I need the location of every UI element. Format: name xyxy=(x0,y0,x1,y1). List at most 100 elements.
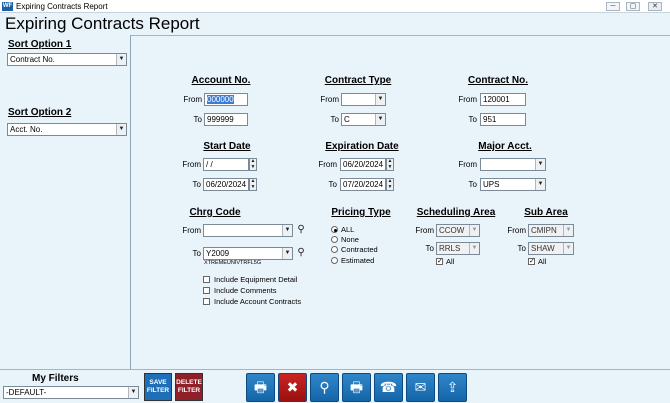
subarea-to-select[interactable]: SHAW ▼ xyxy=(528,242,574,255)
export-button[interactable]: ⇪ xyxy=(438,373,467,402)
chrg-code-title: Chrg Code xyxy=(189,207,241,218)
contract-type-title: Contract Type xyxy=(324,75,392,86)
account-from-value: 000000 xyxy=(207,95,234,104)
minimize-button[interactable]: ─ xyxy=(606,2,620,11)
email-button[interactable]: ✉ xyxy=(406,373,435,402)
expire-from-spinner[interactable]: ▲ ▼ xyxy=(386,158,394,171)
pricing-type-title: Pricing Type xyxy=(331,207,391,218)
magnifier-icon: ⚲ xyxy=(319,379,330,395)
include-comments-checkbox[interactable] xyxy=(203,287,210,294)
chevron-down-icon: ▼ xyxy=(563,243,573,254)
preview-button[interactable]: ⚲ xyxy=(310,373,339,402)
sched-from-select[interactable]: CCOW ▼ xyxy=(436,224,480,237)
include-equipment-checkbox[interactable] xyxy=(203,276,210,283)
scheduling-area-title: Scheduling Area xyxy=(416,207,496,218)
subarea-from-value: CMIPN xyxy=(531,226,557,235)
binoculars-icon[interactable]: ⚲ xyxy=(295,224,307,236)
major-from-label: From xyxy=(458,160,477,169)
print-setup-button[interactable]: 🖶 xyxy=(342,373,371,402)
account-to-label: To xyxy=(193,115,202,124)
start-to-label: To xyxy=(192,180,201,189)
fax-icon: ☎ xyxy=(379,379,398,395)
account-from-input[interactable]: 000000 xyxy=(204,93,248,106)
major-to-value: UPS xyxy=(483,180,500,189)
start-from-input[interactable]: / / xyxy=(203,158,249,171)
major-acct-title: Major Acct. xyxy=(478,141,532,152)
left-panel: Sort Option 1 Contract No. ▼ Sort Option … xyxy=(0,35,131,369)
major-to-select[interactable]: UPS ▼ xyxy=(480,178,546,191)
sort-option-1-select[interactable]: Contract No. ▼ xyxy=(7,53,127,66)
expire-to-label: To xyxy=(328,180,337,189)
x-icon: ✖ xyxy=(286,379,299,395)
sub-area-title: Sub Area xyxy=(524,207,568,218)
binoculars-icon[interactable]: ⚲ xyxy=(295,247,307,259)
delete-filter-button[interactable]: DELETE FILTER xyxy=(175,373,203,401)
account-no-title: Account No. xyxy=(191,75,251,86)
maximize-button[interactable]: ▢ xyxy=(626,2,640,11)
close-window-button[interactable]: ✕ xyxy=(648,2,662,11)
cno-from-input[interactable]: 120001 xyxy=(480,93,526,106)
sort-option-1-label: Sort Option 1 xyxy=(8,39,72,50)
major-from-select[interactable]: ▼ xyxy=(480,158,546,171)
start-from-spinner[interactable]: ▲ ▼ xyxy=(249,158,257,171)
account-from-label: From xyxy=(183,95,202,104)
pricing-all-radio[interactable] xyxy=(331,226,338,233)
chevron-down-icon: ▼ xyxy=(282,248,292,259)
sched-to-value: RRLS xyxy=(439,244,461,253)
my-filters-select[interactable]: -DEFAULT- ▼ xyxy=(3,386,139,399)
bottom-toolbar: My Filters -DEFAULT- ▼ SAVE FILTER DELETE… xyxy=(0,369,670,403)
sched-all-label: All xyxy=(446,257,455,266)
major-to-label: To xyxy=(468,180,477,189)
subarea-all-checkbox[interactable]: ✓ xyxy=(528,258,535,265)
pricing-estimated-radio[interactable] xyxy=(331,257,338,264)
subarea-from-select[interactable]: CMIPN ▼ xyxy=(528,224,574,237)
subarea-to-value: SHAW xyxy=(531,244,555,253)
expire-to-input[interactable]: 07/20/2024 xyxy=(340,178,386,191)
ctype-to-value: C xyxy=(344,115,350,124)
chevron-down-icon: ▼ xyxy=(375,114,385,125)
chevron-down-icon: ▼ xyxy=(469,243,479,254)
chevron-down-icon: ▼ xyxy=(116,124,126,135)
window-title: Expiring Contracts Report xyxy=(16,2,108,11)
sort-option-2-label: Sort Option 2 xyxy=(8,107,72,118)
ctype-to-select[interactable]: C ▼ xyxy=(341,113,386,126)
include-comments-label: Include Comments xyxy=(214,286,277,295)
envelope-icon: ✉ xyxy=(414,379,427,395)
start-to-spinner[interactable]: ▲ ▼ xyxy=(249,178,257,191)
chrg-to-select[interactable]: Y2009 ▼ xyxy=(203,247,293,260)
contract-no-title: Contract No. xyxy=(468,75,528,86)
cno-to-label: To xyxy=(468,115,477,124)
pricing-contracted-radio[interactable] xyxy=(331,246,338,253)
pricing-none-radio[interactable] xyxy=(331,236,338,243)
print-button[interactable]: 🖶 xyxy=(246,373,275,402)
cancel-button[interactable]: ✖ xyxy=(278,373,307,402)
chevron-down-icon: ▼ xyxy=(535,179,545,190)
criteria-panel: Account No. From 000000 To 999999 Contra… xyxy=(131,35,670,369)
include-equipment-label: Include Equipment Detail xyxy=(214,275,298,284)
include-account-contracts-checkbox[interactable] xyxy=(203,298,210,305)
sched-all-checkbox[interactable]: ✓ xyxy=(436,258,443,265)
fax-button[interactable]: ☎ xyxy=(374,373,403,402)
chevron-down-icon: ▼ xyxy=(375,94,385,105)
chrg-to-label: To xyxy=(192,249,201,258)
account-to-input[interactable]: 999999 xyxy=(204,113,248,126)
my-filters-label: My Filters xyxy=(32,373,79,384)
my-filters-value: -DEFAULT- xyxy=(6,388,47,397)
ctype-from-select[interactable]: ▼ xyxy=(341,93,386,106)
sort-option-2-select[interactable]: Acct. No. ▼ xyxy=(7,123,127,136)
sort-option-2-value: Acct. No. xyxy=(10,125,43,134)
chevron-down-icon: ▼ xyxy=(116,54,126,65)
ctype-from-label: From xyxy=(320,95,339,104)
subarea-from-label: From xyxy=(507,226,526,235)
chevron-down-icon: ▼ xyxy=(469,225,479,236)
cno-to-input[interactable]: 951 xyxy=(480,113,526,126)
chevron-down-icon: ▼ xyxy=(282,225,292,236)
start-to-input[interactable]: 06/20/2024 xyxy=(203,178,249,191)
save-filter-button[interactable]: SAVE FILTER xyxy=(144,373,172,401)
sched-from-value: CCOW xyxy=(439,226,465,235)
app-logo-icon: WF xyxy=(2,2,13,11)
expire-from-input[interactable]: 06/20/2024 xyxy=(340,158,386,171)
sched-to-select[interactable]: RRLS ▼ xyxy=(436,242,480,255)
expire-to-spinner[interactable]: ▲ ▼ xyxy=(386,178,394,191)
chrg-from-select[interactable]: ▼ xyxy=(203,224,293,237)
